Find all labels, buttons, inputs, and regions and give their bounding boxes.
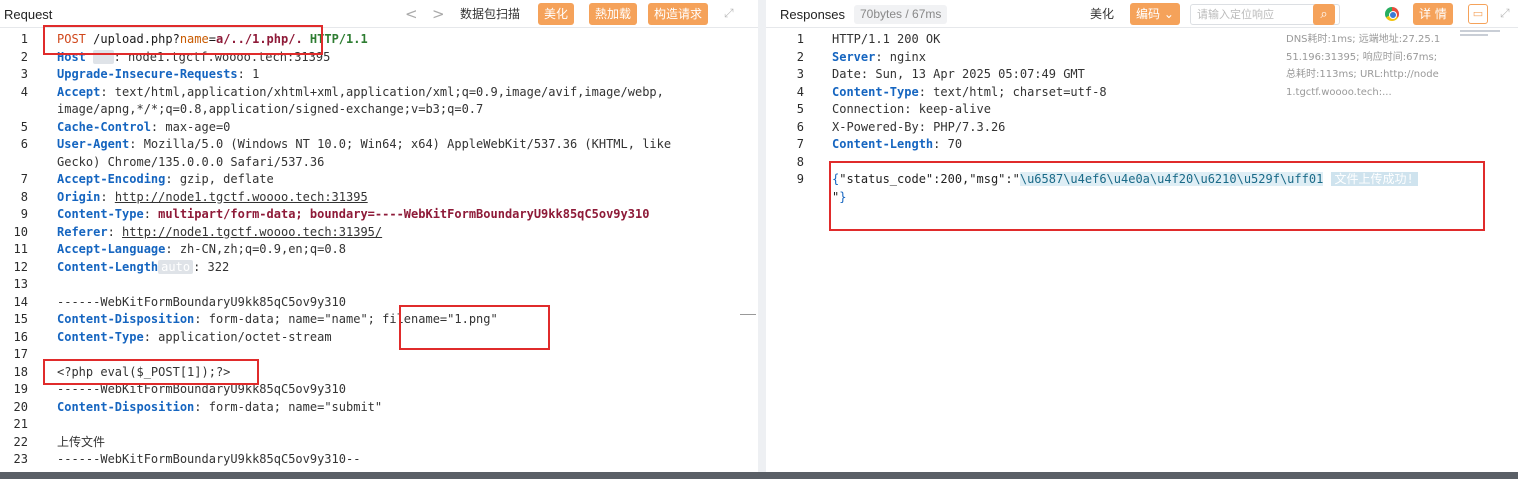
- packet-scan-button[interactable]: 数据包扫描: [460, 3, 520, 25]
- minimap[interactable]: [1460, 30, 1500, 42]
- timing-meta-line: 总耗时:113ms; URL:http://node: [1286, 69, 1439, 80]
- response-toolbar: Responses 70bytes / 67ms 美化 编码 ⌄ 请输入定位响应…: [766, 0, 1518, 28]
- chrome-icon[interactable]: [1385, 7, 1399, 21]
- request-pane: Request < > 数据包扫描 美化 熱加载 构造请求 ⤢ 1 POST /u…: [0, 0, 758, 479]
- build-request-button[interactable]: 构造请求: [648, 3, 709, 25]
- scroll-marker: [740, 314, 756, 315]
- timing-meta-line: 1.tgctf.woooo.tech:...: [1286, 86, 1392, 98]
- timing-meta-line: 51.196:31395; 响应时间:67ms;: [1286, 51, 1438, 63]
- detail-button[interactable]: 详 情: [1413, 3, 1453, 25]
- timing-meta-line: DNS耗时:1ms; 远端地址:27.25.1: [1286, 34, 1441, 45]
- search-icon[interactable]: ⌕: [1313, 4, 1335, 25]
- hot-load-button[interactable]: 熱加载: [589, 3, 638, 25]
- chevron-down-icon: ⌄: [1163, 7, 1174, 21]
- bottom-scrollbar[interactable]: [0, 472, 1518, 479]
- response-pane: Responses 70bytes / 67ms 美化 编码 ⌄ 请输入定位响应…: [766, 0, 1518, 479]
- request-toolbar: Request < > 数据包扫描 美化 熱加载 构造请求 ⤢: [0, 0, 758, 28]
- pane-splitter[interactable]: [758, 0, 766, 479]
- comment-icon[interactable]: ▭: [1468, 4, 1488, 24]
- response-expand-icon[interactable]: ⤢: [1500, 6, 1510, 21]
- encoding-dropdown[interactable]: 编码 ⌄: [1130, 3, 1180, 25]
- response-title: Responses: [780, 7, 846, 22]
- response-beautify-button[interactable]: 美化: [1090, 3, 1114, 25]
- beautify-button[interactable]: 美化: [538, 3, 575, 25]
- unicode-preview-badge: 文件上传成功!: [1330, 172, 1418, 186]
- request-title: Request: [4, 7, 53, 22]
- expand-icon[interactable]: ⤢: [724, 6, 734, 21]
- next-arrow-icon[interactable]: >: [432, 5, 445, 23]
- prev-arrow-icon[interactable]: <: [405, 5, 418, 23]
- response-stats: 70bytes / 67ms: [854, 5, 948, 24]
